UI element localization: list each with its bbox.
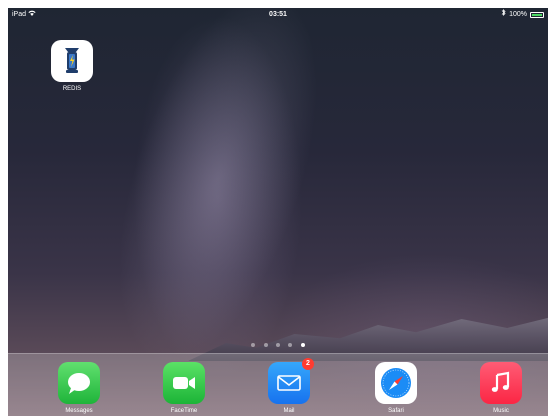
app-label: Safari xyxy=(388,408,404,414)
status-right: 100% xyxy=(501,8,544,22)
messages-icon xyxy=(58,362,100,404)
battery-icon xyxy=(530,12,544,18)
dock: Messages FaceTime 2 Mail Safari Music xyxy=(8,353,548,416)
app-label: Mail xyxy=(283,408,295,414)
page-dot[interactable] xyxy=(276,343,280,347)
notification-badge: 2 xyxy=(302,358,314,370)
app-music[interactable]: Music xyxy=(471,362,531,414)
ipad-home-screen: iPad 03:51 100% REDIS Messages FaceTime … xyxy=(8,8,548,416)
page-dot-active[interactable] xyxy=(300,343,305,347)
app-messages[interactable]: Messages xyxy=(49,362,109,414)
app-label: Music xyxy=(493,408,509,414)
bluetooth-icon xyxy=(501,8,506,22)
app-facetime[interactable]: FaceTime xyxy=(154,362,214,414)
facetime-icon xyxy=(163,362,205,404)
app-mail[interactable]: 2 Mail xyxy=(259,358,319,414)
lantern-icon xyxy=(51,40,93,82)
app-label: FaceTime xyxy=(170,408,198,414)
page-indicator[interactable] xyxy=(8,334,548,352)
music-icon xyxy=(480,362,522,404)
safari-icon xyxy=(375,362,417,404)
battery-percent: 100% xyxy=(509,11,527,18)
app-redis[interactable]: REDIS xyxy=(42,40,102,92)
app-label: Messages xyxy=(65,408,93,414)
status-time: 03:51 xyxy=(269,11,287,18)
page-dot[interactable] xyxy=(288,343,293,347)
page-dot[interactable] xyxy=(263,343,268,347)
page-dot[interactable] xyxy=(251,343,256,347)
status-bar: iPad 03:51 100% xyxy=(8,8,548,22)
app-safari[interactable]: Safari xyxy=(366,362,426,414)
mail-icon: 2 xyxy=(268,358,314,404)
app-label: REDIS xyxy=(62,86,82,92)
